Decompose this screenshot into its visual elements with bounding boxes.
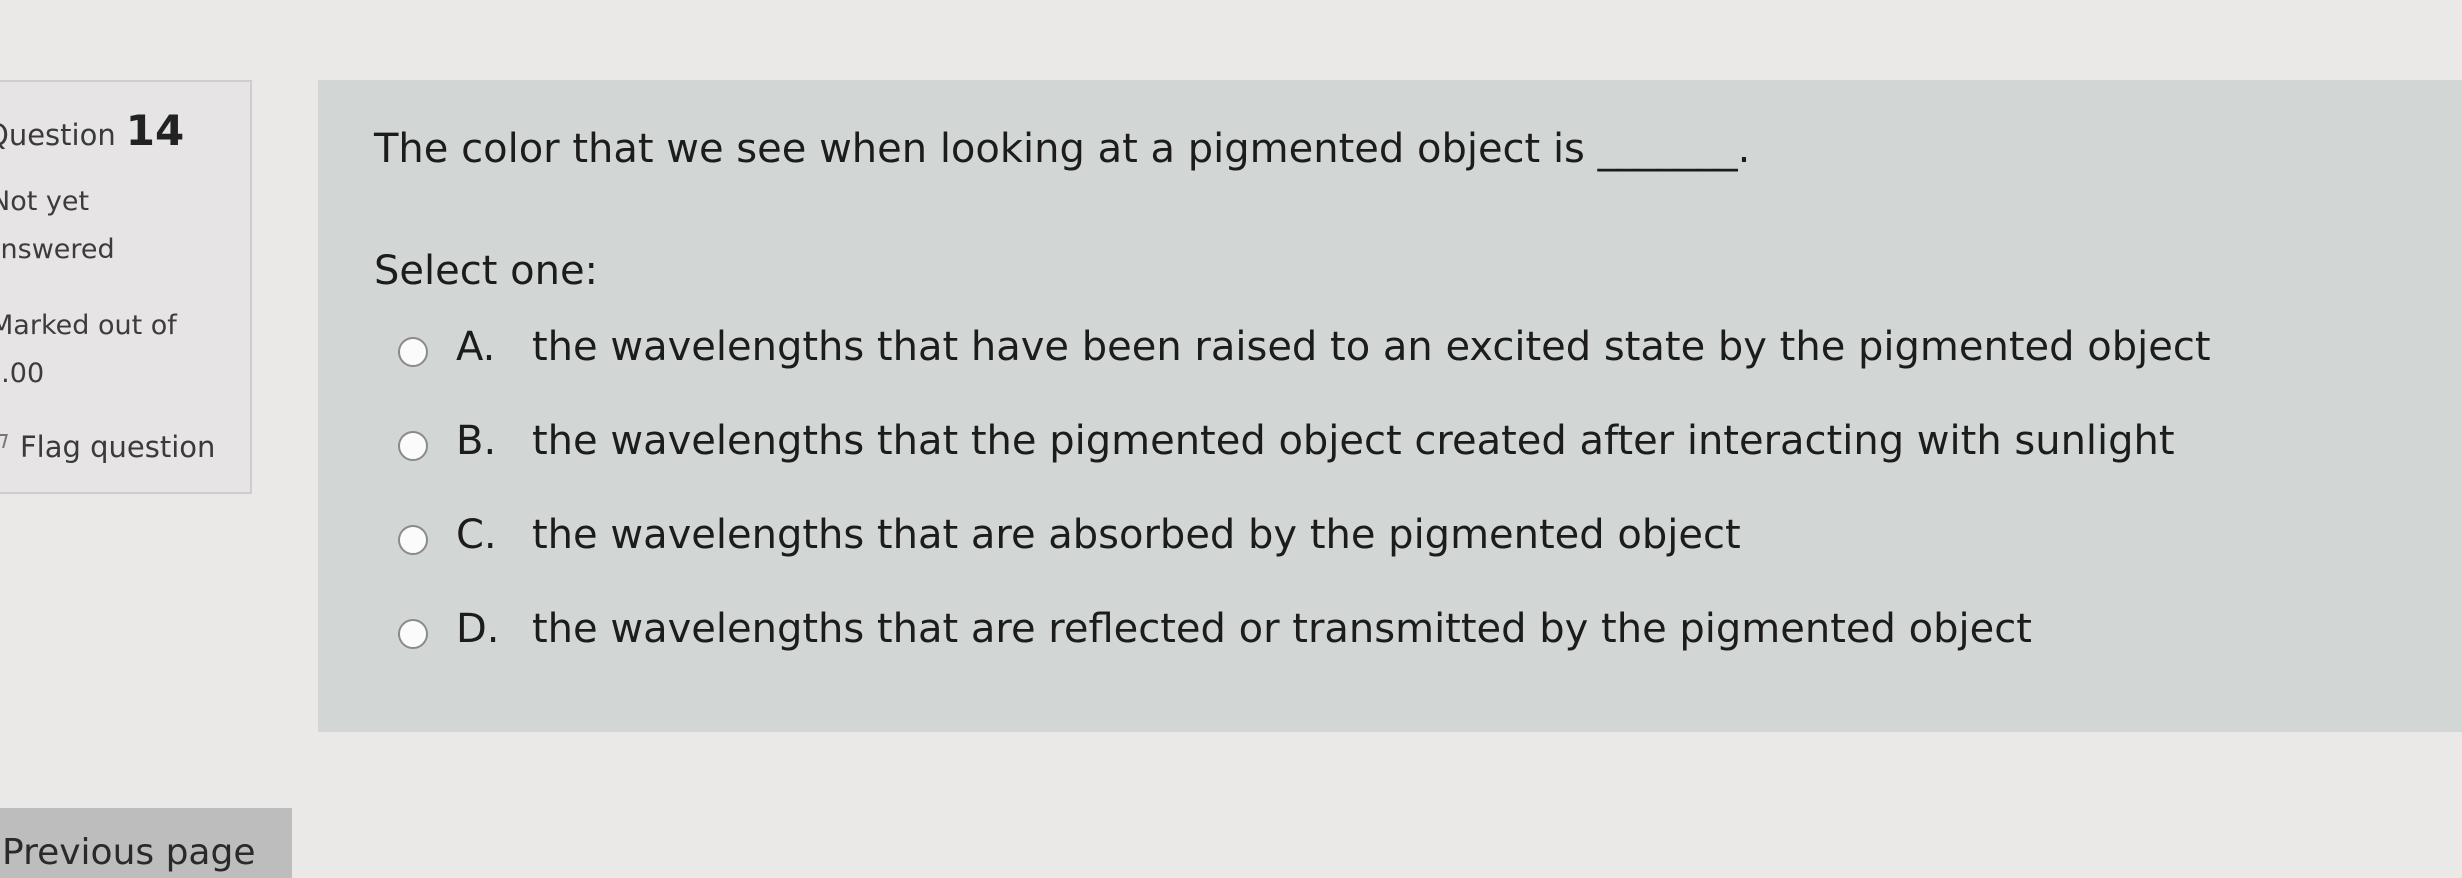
state-line-1: Not yet (0, 186, 90, 217)
question-number: 14 (125, 106, 185, 155)
option-c[interactable]: C. the wavelengths that are absorbed by … (398, 512, 2398, 572)
option-b-letter: B. (456, 418, 497, 464)
option-b-text[interactable]: the wavelengths that the pigmented objec… (532, 418, 2175, 464)
option-a-letter: A. (456, 324, 496, 370)
option-d-radio[interactable] (398, 619, 428, 649)
marks-value: 1.00 (0, 358, 45, 389)
option-a-text[interactable]: the wavelengths that have been raised to… (532, 324, 2211, 370)
option-b[interactable]: B. the wavelengths that the pigmented ob… (398, 418, 2398, 478)
option-a-radio[interactable] (398, 337, 428, 367)
option-d[interactable]: D. the wavelengths that are reflected or… (398, 606, 2398, 666)
option-d-text[interactable]: the wavelengths that are reflected or tr… (532, 606, 2032, 652)
marks-label: Marked out of (0, 310, 177, 341)
option-b-radio[interactable] (398, 431, 428, 461)
flag-icon (0, 434, 8, 448)
option-c-letter: C. (456, 512, 497, 558)
question-number-label: Question 14 (0, 106, 184, 155)
option-c-text[interactable]: the wavelengths that are absorbed by the… (532, 512, 1741, 558)
question-text: The color that we see when looking at a … (374, 126, 1751, 172)
previous-page-button[interactable]: Previous page (0, 808, 292, 878)
option-c-radio[interactable] (398, 525, 428, 555)
question-word: Question (0, 118, 116, 152)
select-one-label: Select one: (374, 248, 599, 294)
question-info-panel: Question 14 Not yet answered Marked out o… (0, 80, 252, 494)
flag-question-link[interactable]: Flag question (0, 430, 215, 464)
option-d-letter: D. (456, 606, 500, 652)
flag-question-label: Flag question (20, 430, 216, 464)
question-panel: The color that we see when looking at a … (318, 80, 2462, 732)
state-line-2: answered (0, 234, 115, 265)
option-a[interactable]: A. the wavelengths that have been raised… (398, 324, 2398, 384)
